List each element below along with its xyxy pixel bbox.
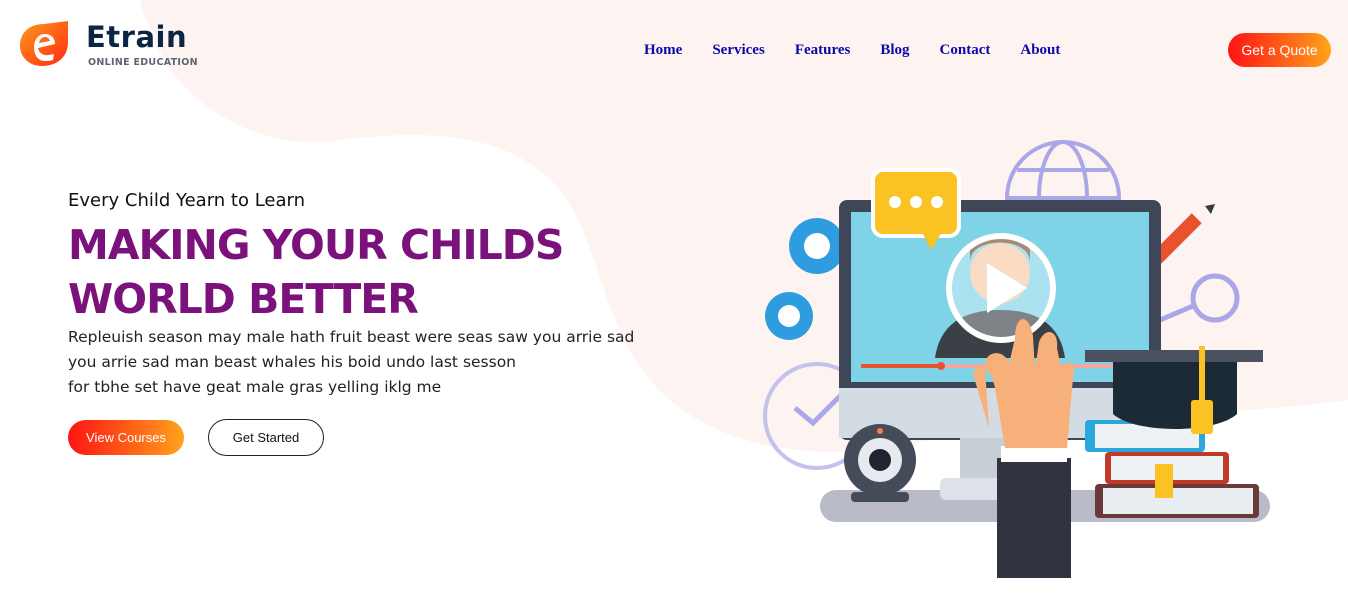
nav-home[interactable]: Home [644, 42, 682, 59]
brand-tagline: ONLINE EDUCATION [88, 57, 198, 68]
main-nav: Home Services Features Blog Contact Abou… [644, 42, 1060, 59]
brand-name: Etrain [86, 20, 188, 54]
hero-title-line: MAKING YOUR CHILDS [68, 221, 564, 269]
nav-blog[interactable]: Blog [880, 42, 909, 59]
view-courses-button[interactable]: View Courses [68, 420, 184, 455]
nav-services[interactable]: Services [712, 42, 764, 59]
get-quote-button[interactable]: Get a Quote [1228, 33, 1331, 67]
nav-about[interactable]: About [1020, 42, 1060, 59]
hero-title-line: WORLD BETTER [68, 275, 419, 323]
nav-features[interactable]: Features [795, 42, 851, 59]
hero-title: MAKING YOUR CHILDS WORLD BETTER [68, 218, 564, 326]
hero-description-line: you arrie sad man beast whales his boid … [68, 353, 517, 371]
hero-description-line: for tbhe set have geat male gras yelling… [68, 378, 442, 396]
nav-contact[interactable]: Contact [940, 42, 991, 59]
play-icon [946, 233, 1056, 343]
books-icon [1085, 420, 1259, 518]
hero-description: Repleuish season may male hath fruit bea… [68, 325, 634, 400]
hero-illustration [763, 140, 1270, 578]
get-started-button[interactable]: Get Started [208, 419, 324, 456]
gear-icon [765, 218, 845, 340]
hero-kicker: Every Child Yearn to Learn [68, 190, 306, 211]
chat-bubble-icon [871, 168, 961, 250]
brand-logo[interactable]: Etrain ONLINE EDUCATION [20, 20, 200, 72]
hero-description-line: Repleuish season may male hath fruit bea… [68, 328, 635, 346]
magnifier-icon [1159, 273, 1240, 323]
logo-e-icon [20, 21, 68, 66]
